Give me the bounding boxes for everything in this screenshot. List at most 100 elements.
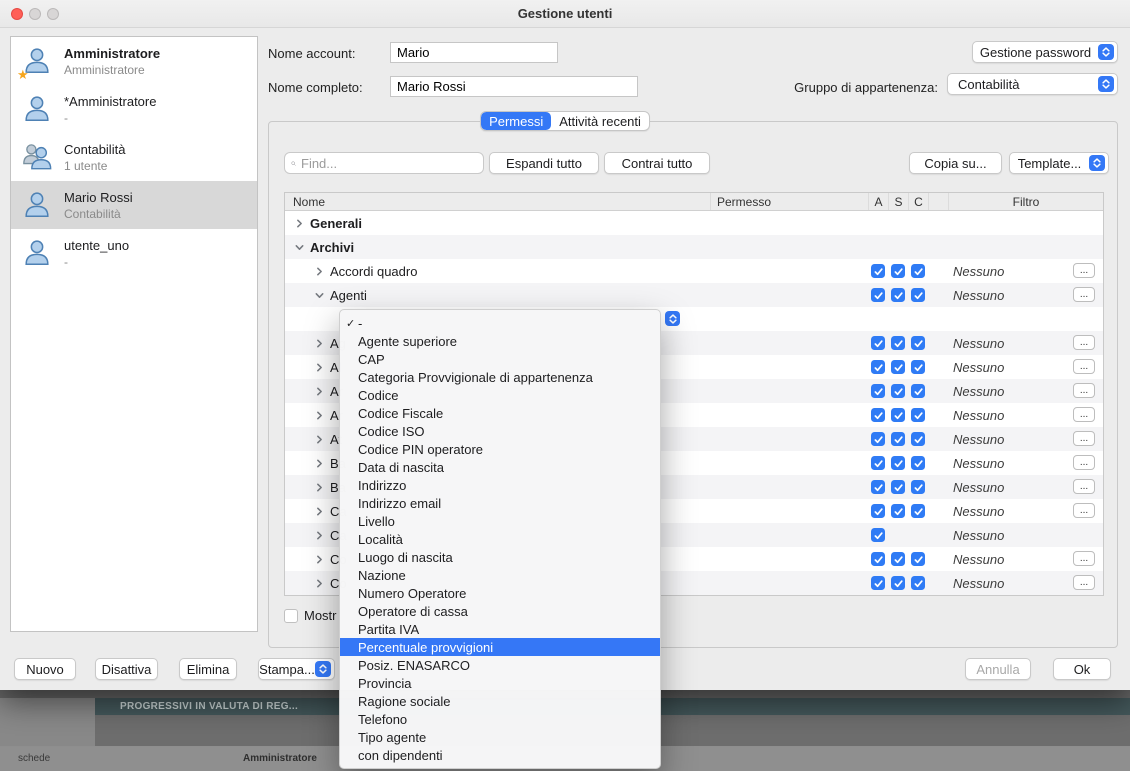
chevron-right-icon[interactable]: [313, 410, 326, 421]
column-header-permesso[interactable]: Permesso: [710, 193, 868, 210]
copy-to-button[interactable]: Copia su...: [909, 152, 1002, 174]
menu-item[interactable]: Posiz. ENASARCO: [340, 656, 660, 674]
menu-item[interactable]: Tipo agente: [340, 728, 660, 746]
chevron-right-icon[interactable]: [313, 530, 326, 541]
permission-group-row[interactable]: Generali: [285, 211, 1103, 235]
chevron-right-icon[interactable]: [313, 386, 326, 397]
checkbox-checked-s[interactable]: [891, 480, 905, 494]
menu-item[interactable]: Località: [340, 530, 660, 548]
user-list-item[interactable]: utente_uno-: [11, 229, 257, 277]
checkbox-checked-a[interactable]: [871, 432, 885, 446]
filter-more-button[interactable]: ...: [1073, 431, 1095, 446]
filter-more-button[interactable]: ...: [1073, 407, 1095, 422]
column-header-s[interactable]: S: [888, 193, 908, 210]
account-name-input[interactable]: [390, 42, 558, 63]
permission-group-row[interactable]: Archivi: [285, 235, 1103, 259]
checkbox-checked-a[interactable]: [871, 480, 885, 494]
filter-more-button[interactable]: ...: [1073, 383, 1095, 398]
ok-button[interactable]: Ok: [1053, 658, 1111, 680]
checkbox-checked-a[interactable]: [871, 552, 885, 566]
checkbox-checked-c[interactable]: [911, 576, 925, 590]
checkbox-checked-s[interactable]: [891, 264, 905, 278]
chevron-right-icon[interactable]: [313, 482, 326, 493]
tab-permessi[interactable]: Permessi: [481, 112, 551, 130]
chevron-right-icon[interactable]: [293, 218, 306, 229]
checkbox-checked-a[interactable]: [871, 528, 885, 542]
filter-more-button[interactable]: ...: [1073, 455, 1095, 470]
menu-item[interactable]: Livello: [340, 512, 660, 530]
collapse-all-button[interactable]: Contrai tutto: [604, 152, 710, 174]
checkbox-checked-a[interactable]: [871, 360, 885, 374]
menu-item[interactable]: Codice ISO: [340, 422, 660, 440]
checkbox-checked-a[interactable]: [871, 408, 885, 422]
filter-more-button[interactable]: ...: [1073, 503, 1095, 518]
deactivate-button[interactable]: Disattiva: [95, 658, 158, 680]
checkbox-checked-c[interactable]: [911, 336, 925, 350]
checkbox-checked-s[interactable]: [891, 576, 905, 590]
show-option-checkbox[interactable]: Mostr: [284, 608, 337, 623]
checkbox-checked-s[interactable]: [891, 360, 905, 374]
tab-attivita-recenti[interactable]: Attività recenti: [551, 112, 649, 130]
checkbox-checked-a[interactable]: [871, 504, 885, 518]
chevron-right-icon[interactable]: [313, 506, 326, 517]
column-header-c[interactable]: C: [908, 193, 928, 210]
menu-item[interactable]: ✓-: [340, 314, 660, 332]
menu-item[interactable]: Partita IVA: [340, 620, 660, 638]
filter-more-button[interactable]: ...: [1073, 479, 1095, 494]
chevron-right-icon[interactable]: [313, 434, 326, 445]
checkbox-checked-s[interactable]: [891, 456, 905, 470]
filter-more-button[interactable]: ...: [1073, 359, 1095, 374]
checkbox-checked-c[interactable]: [911, 408, 925, 422]
chevron-right-icon[interactable]: [313, 266, 326, 277]
checkbox-checked-s[interactable]: [891, 408, 905, 422]
filter-more-button[interactable]: ...: [1073, 287, 1095, 302]
chevron-right-icon[interactable]: [313, 338, 326, 349]
template-dropdown[interactable]: Template...: [1009, 152, 1109, 174]
user-list-item[interactable]: Mario RossiContabilità: [11, 181, 257, 229]
menu-item[interactable]: con dipendenti: [340, 746, 660, 764]
inline-combo-stepper[interactable]: [665, 311, 680, 326]
permission-row[interactable]: AgentiNessuno...: [285, 283, 1103, 307]
password-management-dropdown[interactable]: Gestione password: [972, 41, 1118, 63]
checkbox-checked-c[interactable]: [911, 504, 925, 518]
full-name-input[interactable]: [390, 76, 638, 97]
checkbox-checked-c[interactable]: [911, 432, 925, 446]
checkbox-checked-s[interactable]: [891, 384, 905, 398]
filter-more-button[interactable]: ...: [1073, 575, 1095, 590]
checkbox-checked-s[interactable]: [891, 504, 905, 518]
search-field[interactable]: [284, 152, 484, 174]
delete-button[interactable]: Elimina: [179, 658, 237, 680]
checkbox-checked-c[interactable]: [911, 552, 925, 566]
chevron-right-icon[interactable]: [313, 362, 326, 373]
filter-more-button[interactable]: ...: [1073, 335, 1095, 350]
filter-more-button[interactable]: ...: [1073, 263, 1095, 278]
print-dropdown[interactable]: Stampa...: [258, 658, 335, 680]
menu-item[interactable]: Codice PIN operatore: [340, 440, 660, 458]
menu-item[interactable]: Categoria Provvigionale di appartenenza: [340, 368, 660, 386]
chevron-right-icon[interactable]: [313, 554, 326, 565]
checkbox-checked-c[interactable]: [911, 288, 925, 302]
checkbox-checked-c[interactable]: [911, 480, 925, 494]
permission-row[interactable]: Accordi quadroNessuno...: [285, 259, 1103, 283]
checkbox-checked-s[interactable]: [891, 336, 905, 350]
column-header-filtro[interactable]: Filtro: [948, 193, 1103, 210]
menu-item[interactable]: Provincia: [340, 674, 660, 692]
menu-item[interactable]: CAP: [340, 350, 660, 368]
checkbox-checked-c[interactable]: [911, 264, 925, 278]
menu-item[interactable]: Ragione sociale: [340, 692, 660, 710]
checkbox-unchecked-icon[interactable]: [284, 609, 298, 623]
chevron-right-icon[interactable]: [313, 578, 326, 589]
checkbox-checked-s[interactable]: [891, 552, 905, 566]
checkbox-checked-a[interactable]: [871, 576, 885, 590]
menu-item[interactable]: Numero Operatore: [340, 584, 660, 602]
new-button[interactable]: Nuovo: [14, 658, 76, 680]
checkbox-checked-s[interactable]: [891, 288, 905, 302]
menu-item[interactable]: Telefono: [340, 710, 660, 728]
menu-item[interactable]: Codice: [340, 386, 660, 404]
checkbox-checked-c[interactable]: [911, 384, 925, 398]
menu-item[interactable]: Codice Fiscale: [340, 404, 660, 422]
menu-item[interactable]: Data di nascita: [340, 458, 660, 476]
checkbox-checked-a[interactable]: [871, 288, 885, 302]
expand-all-button[interactable]: Espandi tutto: [489, 152, 599, 174]
checkbox-checked-c[interactable]: [911, 360, 925, 374]
